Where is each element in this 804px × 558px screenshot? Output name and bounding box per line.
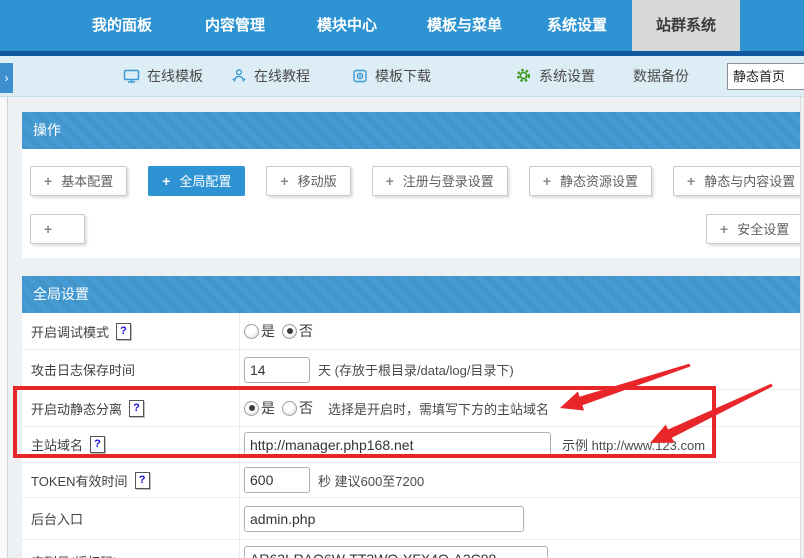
nav-item-system[interactable]: 系统设置 bbox=[547, 0, 607, 51]
toolbar-label: 在线教程 bbox=[254, 68, 310, 84]
button-label: 注册与登录设置 bbox=[403, 174, 494, 189]
debug-no-radio[interactable] bbox=[282, 324, 297, 339]
serial-number-input[interactable] bbox=[244, 546, 548, 558]
top-nav: 我的面板 内容管理 模块中心 模板与菜单 系统设置 站群系统 bbox=[0, 0, 804, 51]
operations-panel: 操作 + 基本配置 + 全局配置 + 移动版 + 注册与登录设置 + 静态资源设置 + 静态… bbox=[22, 112, 804, 258]
toolbar-label: 系统设置 bbox=[539, 68, 595, 84]
plus-icon: + bbox=[386, 173, 394, 189]
row-label: 攻击日志保存时间 bbox=[31, 360, 135, 379]
gear-icon bbox=[515, 68, 539, 84]
nav-item-modules[interactable]: 模块中心 bbox=[317, 0, 377, 51]
help-icon[interactable]: ? bbox=[116, 323, 131, 340]
row-label: 主站域名 bbox=[31, 435, 83, 454]
separation-yes-radio[interactable] bbox=[244, 401, 259, 416]
row-label: 序列号(授权码) bbox=[31, 552, 118, 558]
toolbar-online-tutorial[interactable]: 在线教程 bbox=[231, 56, 310, 96]
toolbar-online-templates[interactable]: 在线模板 bbox=[123, 56, 203, 96]
tutorial-icon bbox=[231, 68, 254, 84]
static-resource-settings-button[interactable]: + 静态资源设置 bbox=[529, 166, 652, 196]
row-label: 开启调试模式 bbox=[31, 322, 109, 341]
radio-label: 否 bbox=[299, 321, 313, 341]
radio-label: 是 bbox=[261, 398, 275, 418]
row-token-ttl: TOKEN有效时间? 秒 建议600至7200 bbox=[22, 463, 804, 498]
global-settings-title: 全局设置 bbox=[22, 276, 804, 313]
row-note: 秒 建议600至7200 bbox=[318, 471, 424, 490]
admin-page: 我的面板 内容管理 模块中心 模板与菜单 系统设置 站群系统 › 在线模板 在线… bbox=[0, 0, 804, 558]
main-domain-input[interactable] bbox=[244, 432, 551, 458]
admin-entry-input[interactable] bbox=[244, 506, 524, 532]
operations-panel-title: 操作 bbox=[22, 112, 804, 149]
help-icon[interactable]: ? bbox=[90, 436, 105, 453]
security-settings-button[interactable]: + 安全设置 bbox=[706, 214, 803, 244]
nav-item-templates[interactable]: 模板与菜单 bbox=[427, 0, 502, 51]
nav-item-dashboard[interactable]: 我的面板 bbox=[92, 0, 152, 51]
register-login-settings-button[interactable]: + 注册与登录设置 bbox=[372, 166, 508, 196]
button-label: 静态资源设置 bbox=[560, 174, 638, 189]
row-debug-mode: 开启调试模式? 是 否 bbox=[22, 313, 804, 350]
button-label: 基本配置 bbox=[61, 174, 113, 189]
attack-log-days-input[interactable] bbox=[244, 357, 310, 383]
plus-icon: + bbox=[162, 173, 170, 189]
toolbar-data-backup[interactable]: 数据备份 bbox=[633, 56, 689, 96]
button-label: 全局配置 bbox=[179, 174, 231, 189]
row-label: 开启动静态分离 bbox=[31, 399, 122, 418]
toolbar-label: 在线模板 bbox=[147, 68, 203, 84]
operations-buttons: + 基本配置 + 全局配置 + 移动版 + 注册与登录设置 + 静态资源设置 + 静态与内容… bbox=[22, 149, 804, 244]
button-label: 移动版 bbox=[298, 174, 337, 189]
basic-config-button[interactable]: + 基本配置 bbox=[30, 166, 127, 196]
row-attack-log-days: 攻击日志保存时间 天 (存放于根目录/data/log/目录下) bbox=[22, 350, 804, 390]
toolbar-system-settings[interactable]: 系统设置 bbox=[515, 56, 595, 96]
row-label: TOKEN有效时间 bbox=[31, 471, 128, 490]
token-ttl-input[interactable] bbox=[244, 467, 310, 493]
collapse-sidebar-button[interactable]: › bbox=[0, 63, 13, 93]
separation-no-radio[interactable] bbox=[282, 401, 297, 416]
help-icon[interactable]: ? bbox=[129, 400, 144, 417]
toolbar-label: 模板下载 bbox=[375, 68, 431, 84]
toolbar: › 在线模板 在线教程 模板下载 系统设置 数据备份 静态首页 bbox=[0, 56, 804, 97]
row-note: 示例 http://www.123.com bbox=[562, 435, 705, 454]
static-content-settings-button[interactable]: + 静态与内容设置 bbox=[673, 166, 804, 196]
global-settings-panel: 全局设置 开启调试模式? 是 否 攻击日志保存时间 天 (存放于根目录/data… bbox=[22, 276, 804, 558]
toolbar-template-download[interactable]: 模板下载 bbox=[352, 56, 431, 96]
plus-icon: + bbox=[44, 221, 52, 237]
button-label: 静态与内容设置 bbox=[704, 174, 795, 189]
plus-icon: + bbox=[720, 221, 728, 237]
row-serial-number: 序列号(授权码) bbox=[22, 540, 804, 558]
radio-label: 否 bbox=[299, 398, 313, 418]
mobile-version-button[interactable]: + 移动版 bbox=[266, 166, 350, 196]
toolbar-label: 数据备份 bbox=[633, 68, 689, 84]
help-icon[interactable]: ? bbox=[135, 472, 150, 489]
row-admin-entry: 后台入口 bbox=[22, 498, 804, 540]
row-main-domain: 主站域名? 示例 http://www.123.com bbox=[22, 427, 804, 463]
row-note: 选择是开启时，需填写下方的主站域名 bbox=[328, 399, 549, 418]
nav-item-sitegroup-active[interactable]: 站群系统 bbox=[632, 0, 740, 51]
plus-icon: + bbox=[543, 173, 551, 189]
static-homepage-select[interactable]: 静态首页 bbox=[727, 63, 804, 90]
plus-icon: + bbox=[280, 173, 288, 189]
global-config-button[interactable]: + 全局配置 bbox=[148, 166, 245, 196]
clipped-button[interactable]: + bbox=[30, 214, 85, 244]
radio-label: 是 bbox=[261, 321, 275, 341]
nav-item-content[interactable]: 内容管理 bbox=[205, 0, 265, 51]
debug-yes-radio[interactable] bbox=[244, 324, 259, 339]
button-label: 安全设置 bbox=[737, 222, 789, 237]
download-icon bbox=[352, 68, 375, 84]
left-edge-strip bbox=[0, 97, 8, 558]
right-edge-strip bbox=[800, 97, 804, 558]
plus-icon: + bbox=[44, 173, 52, 189]
row-label: 后台入口 bbox=[31, 509, 83, 528]
row-static-separation: 开启动静态分离? 是 否 选择是开启时，需填写下方的主站域名 bbox=[22, 390, 804, 427]
monitor-icon bbox=[123, 68, 147, 84]
row-note: 天 (存放于根目录/data/log/目录下) bbox=[318, 360, 514, 379]
plus-icon: + bbox=[687, 173, 695, 189]
